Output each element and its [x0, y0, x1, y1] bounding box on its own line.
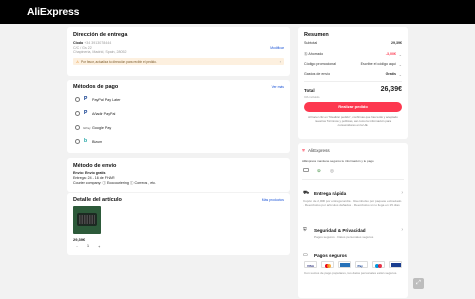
aliexpress-logo[interactable]: AliExpress: [27, 6, 79, 18]
view-all-payments-link[interactable]: Ver más: [272, 85, 284, 89]
divider: [302, 179, 404, 180]
fast-delivery-text: Cupón de 2,00€ por entrega tardía · Reem…: [303, 199, 402, 207]
address-notice-text: Por favor, actualiza tu dirección para r…: [81, 59, 157, 64]
security-title: Seguridad & Privacidad: [314, 227, 366, 233]
paypal-icon: P: [84, 96, 88, 102]
security-text: Pagos seguros · Datos personales seguros: [314, 235, 374, 239]
chevron-right-icon[interactable]: ›: [401, 227, 403, 233]
items-card: Detalle del artículo Más productos 29,39…: [67, 193, 290, 255]
subtotal-value: 29,39€: [391, 41, 402, 45]
expand-icon[interactable]: ⤢: [413, 278, 424, 289]
payment-label: Bizum: [92, 139, 103, 144]
payment-radio-add-paypal[interactable]: [75, 111, 80, 116]
truck-icon: ⛟: [303, 190, 310, 196]
maestro-icon: [372, 261, 385, 268]
address-name: Clodo +34 3913078444: [73, 41, 112, 45]
payment-label: PayPal Pay Later: [92, 97, 121, 102]
product-image[interactable]: [73, 206, 101, 234]
subtotal-label: Subtotal: [304, 41, 318, 45]
payment-card: Métodos de pago Ver más P PayPal Pay Lat…: [67, 80, 290, 153]
total-value: 26,39€: [380, 86, 402, 93]
chevron-right-icon[interactable]: ›: [401, 190, 403, 196]
verified-icon: ◎: [330, 167, 335, 173]
lock-icon: ⊚: [317, 167, 321, 173]
payment-radio-paypal-later[interactable]: [75, 97, 80, 102]
chevron-down-icon[interactable]: ⌄: [399, 52, 402, 57]
top-bar: AliExpress: [0, 0, 475, 24]
payment-label: Añadir PayPal: [92, 111, 116, 116]
shipping-card: Método de envío Envío: Envío gratis Entr…: [67, 158, 290, 192]
bizum-icon: b: [84, 138, 88, 144]
card-icon: [303, 168, 309, 172]
address-line2: Chapineria, Madrid, Spain, 28052: [73, 50, 127, 54]
fast-delivery-title: Entrega rápida: [314, 191, 347, 196]
savings-label: Ⓢ Ahorrado: [304, 52, 324, 56]
promo-input[interactable]: Escribe el código aquí: [361, 62, 396, 66]
trust-brand: AliExpress: [308, 148, 330, 153]
place-order-button[interactable]: Realizar pedido: [304, 102, 402, 112]
trust-text: AliExpress mantiene seguros tu informaci…: [302, 159, 374, 163]
card-icon: ▭: [303, 253, 308, 258]
paypal-icon: Pay: [355, 261, 368, 268]
chevron-down-icon[interactable]: ⌄: [399, 72, 402, 77]
shield-icon: ⛨: [302, 148, 305, 153]
qty-plus-button[interactable]: +: [98, 244, 100, 249]
address-card: Dirección de entrega Clodo +34 391307844…: [67, 27, 290, 76]
amex-icon: [338, 261, 351, 268]
legal-text: Al hacer clic en "Realizar pedido", conf…: [308, 115, 398, 127]
payment-radio-bizum[interactable]: [75, 139, 80, 144]
shipping-cost: Envío: Envío gratis: [73, 171, 106, 175]
chevron-right-icon[interactable]: ›: [280, 59, 281, 64]
address-notice: ⚠ Por favor, actualiza tu dirección para…: [73, 58, 284, 65]
shipping-fee-value: Gratis: [385, 72, 396, 76]
total-label: Total: [304, 88, 315, 93]
secure-payments-title: Pagos seguros: [314, 253, 347, 258]
secure-payments-text: Con socios de pago populares, tus datos …: [304, 271, 398, 275]
shipping-title: Método de envío: [73, 163, 117, 169]
shipping-courier: Courier company: ⓘ Ecocouriering ⓘ Corre…: [73, 180, 157, 185]
google-pay-icon: GPay: [83, 125, 91, 130]
taxes-note: IVA incluido: [304, 94, 320, 99]
product-price: 29,39€: [73, 237, 86, 242]
address-title: Dirección de entrega: [73, 32, 128, 38]
visa-icon: VISA: [304, 261, 317, 268]
payment-label: Google Pay: [92, 125, 112, 130]
divider: [304, 81, 402, 82]
promo-label: Código promocional: [304, 62, 336, 66]
bizum-icon: [389, 261, 402, 268]
more-products-link[interactable]: Más productos: [262, 198, 284, 202]
payment-radio-google-pay[interactable]: [75, 125, 80, 130]
summary-card: Resumen Subtotal 29,39€ Ⓢ Ahorrado -3,00…: [298, 27, 408, 139]
qty-minus-button[interactable]: −: [76, 244, 78, 249]
trust-card: ⛨ AliExpress AliExpress mantiene seguros…: [298, 143, 408, 298]
change-address-link[interactable]: Modificar: [270, 46, 284, 50]
paypal-icon: P: [84, 110, 88, 116]
chevron-down-icon[interactable]: ⌄: [399, 62, 402, 67]
mastercard-icon: [321, 261, 334, 268]
items-title: Detalle del artículo: [73, 197, 122, 203]
savings-value: -3,00€: [385, 52, 396, 56]
payment-title: Métodos de pago: [73, 84, 119, 90]
qty-value[interactable]: 1: [87, 244, 89, 248]
summary-title: Resumen: [304, 32, 329, 38]
warning-icon: ⚠: [76, 59, 80, 64]
shipping-fee-label: Gastos de envío: [304, 72, 331, 76]
shield-icon: ⛨: [303, 227, 307, 233]
